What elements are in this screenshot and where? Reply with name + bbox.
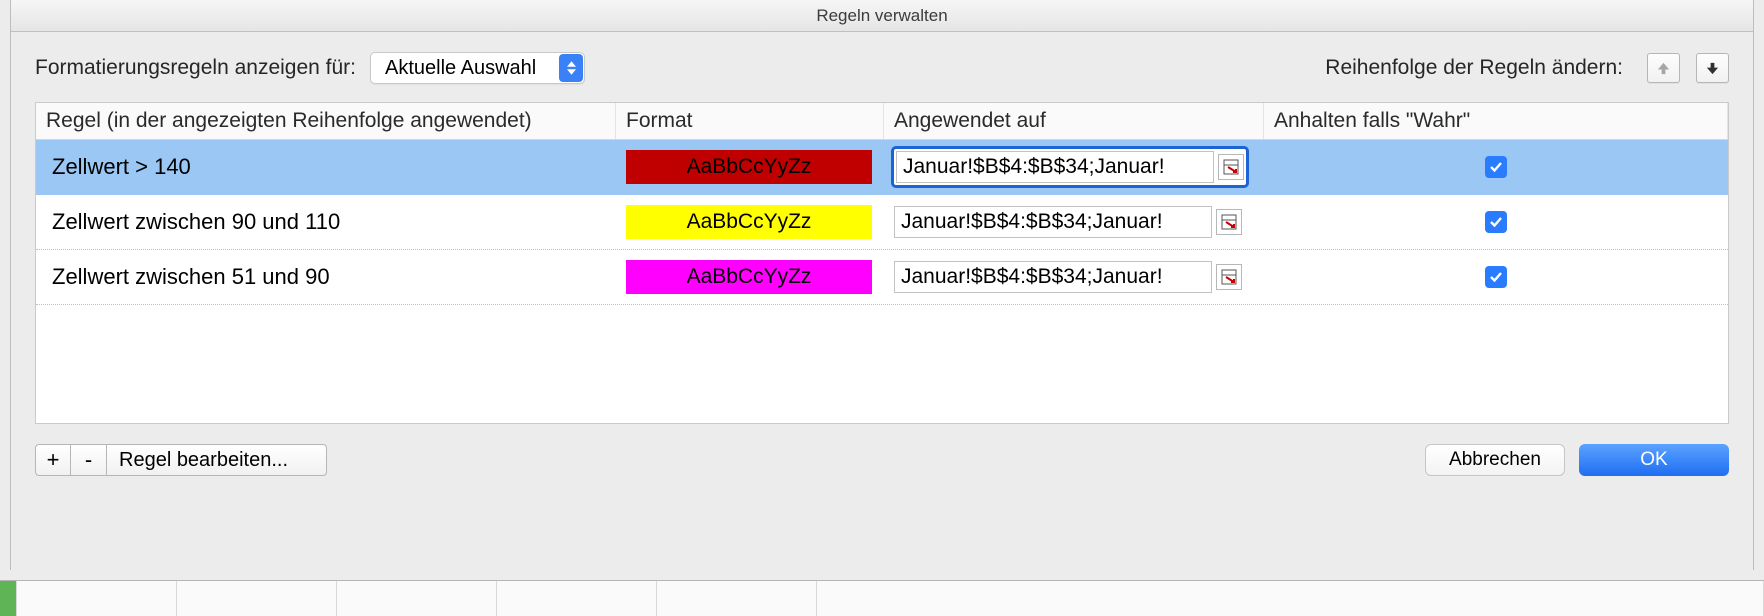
table-row[interactable]: Zellwert zwischen 51 und 90 AaBbCcYyZz xyxy=(36,250,1728,305)
format-preview: AaBbCcYyZz xyxy=(626,260,872,294)
range-picker-button[interactable] xyxy=(1216,264,1242,290)
range-picker-icon xyxy=(1223,159,1239,175)
rules-table[interactable]: Regel (in der angezeigten Reihenfolge an… xyxy=(35,102,1729,424)
cancel-button[interactable]: Abbrechen xyxy=(1425,444,1565,476)
stop-if-true-checkbox[interactable] xyxy=(1485,156,1507,178)
checkmark-icon xyxy=(1489,161,1503,173)
applied-to-input[interactable] xyxy=(894,261,1212,293)
sheet-strip xyxy=(0,580,1764,616)
manage-rules-dialog: Regeln verwalten Formatierungsregeln anz… xyxy=(10,0,1754,570)
arrow-up-icon xyxy=(1656,61,1671,76)
applied-to-input[interactable] xyxy=(896,151,1214,183)
show-rules-for-label: Formatierungsregeln anzeigen für: xyxy=(35,56,356,80)
format-preview: AaBbCcYyZz xyxy=(626,205,872,239)
table-row[interactable]: Zellwert > 140 AaBbCcYyZz xyxy=(36,140,1728,195)
window-title: Regeln verwalten xyxy=(11,0,1753,32)
range-picker-icon xyxy=(1221,214,1237,230)
move-up-button[interactable] xyxy=(1647,53,1680,83)
applied-to-input[interactable] xyxy=(894,206,1212,238)
dropdown-arrows-icon xyxy=(559,54,583,82)
add-rule-button[interactable]: + xyxy=(35,444,71,476)
stop-if-true-checkbox[interactable] xyxy=(1485,211,1507,233)
reorder-label: Reihenfolge der Regeln ändern: xyxy=(1325,56,1623,80)
scope-select[interactable]: Aktuelle Auswahl xyxy=(370,52,585,84)
table-row[interactable]: Zellwert zwischen 90 und 110 AaBbCcYyZz xyxy=(36,195,1728,250)
ok-button[interactable]: OK xyxy=(1579,444,1729,476)
range-picker-button[interactable] xyxy=(1218,154,1244,180)
format-preview: AaBbCcYyZz xyxy=(626,150,872,184)
remove-rule-button[interactable]: - xyxy=(71,444,107,476)
checkmark-icon xyxy=(1489,216,1503,228)
arrow-down-icon xyxy=(1705,61,1720,76)
header-format: Format xyxy=(616,103,884,139)
rule-text: Zellwert zwischen 51 und 90 xyxy=(36,258,616,296)
header-stop: Anhalten falls "Wahr" xyxy=(1264,103,1728,139)
top-row: Formatierungsregeln anzeigen für: Aktuel… xyxy=(35,52,1729,84)
header-applied-to: Angewendet auf xyxy=(884,103,1264,139)
checkmark-icon xyxy=(1489,271,1503,283)
stop-if-true-checkbox[interactable] xyxy=(1485,266,1507,288)
rule-text: Zellwert zwischen 90 und 110 xyxy=(36,203,616,241)
range-picker-button[interactable] xyxy=(1216,209,1242,235)
edit-rule-button[interactable]: Regel bearbeiten... xyxy=(107,444,327,476)
rule-text: Zellwert > 140 xyxy=(36,148,616,186)
header-rule: Regel (in der angezeigten Reihenfolge an… xyxy=(36,103,616,139)
move-down-button[interactable] xyxy=(1696,53,1729,83)
range-picker-icon xyxy=(1221,269,1237,285)
